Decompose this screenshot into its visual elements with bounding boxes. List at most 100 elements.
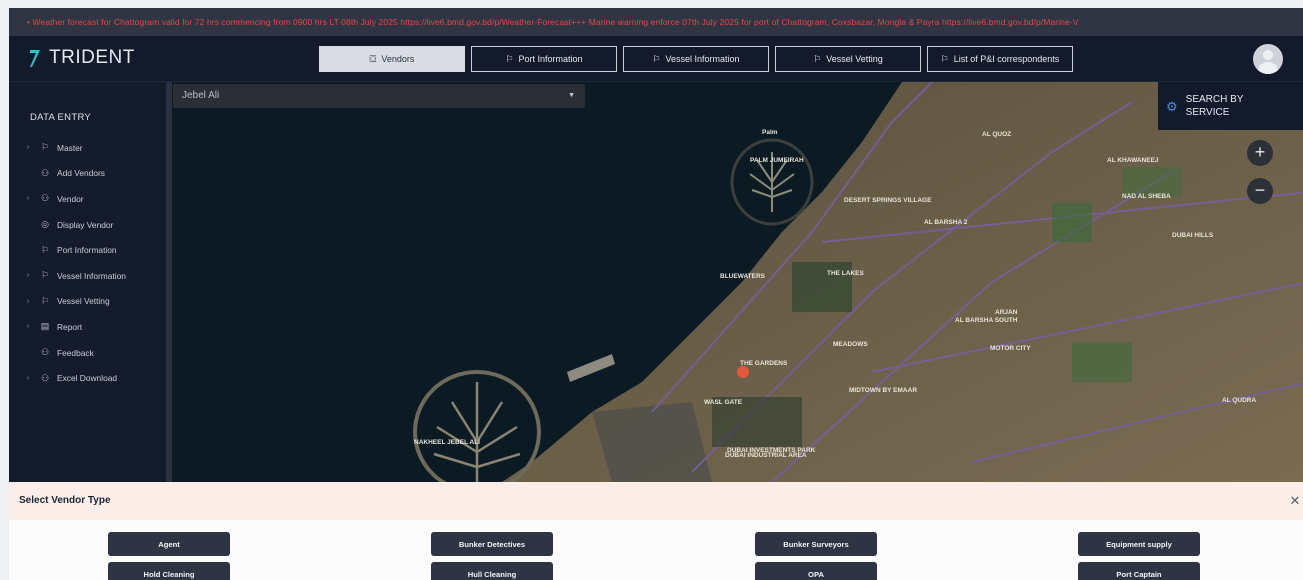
svg-text:AL QUDRA: AL QUDRA — [1222, 397, 1256, 404]
location-value: Jebel Ali — [182, 90, 220, 101]
map-canvas[interactable]: Palm PALM JUMEIRAH BLUEWATERS DESERT SPR… — [172, 82, 1303, 482]
svg-text:MEADOWS: MEADOWS — [833, 341, 868, 348]
sidebar-item-display-vendor[interactable]: ◎ Display Vendor — [9, 212, 166, 238]
sidebar-item-vendor[interactable]: › ⚇ Vendor — [9, 186, 166, 212]
search-by-service-button[interactable]: ⚙ SEARCH BY SERVICE — [1158, 82, 1303, 130]
chevron-right-icon: › — [27, 297, 30, 305]
users-icon: ⚇ — [40, 372, 50, 383]
svg-text:AL QUOZ: AL QUOZ — [982, 131, 1011, 138]
zoom-out-button[interactable]: − — [1247, 178, 1273, 204]
app-name: TRIDENT — [49, 47, 135, 68]
tab-label: List of P&I correspondents — [953, 54, 1060, 64]
vendor-type-button[interactable]: Bunker Detectives — [431, 532, 553, 556]
chevron-right-icon: › — [27, 323, 30, 331]
flag-icon: ⚐ — [940, 53, 949, 64]
gear-icon: ⚙ — [1166, 98, 1178, 114]
sidebar-item-master[interactable]: › ⚐ Master — [9, 135, 166, 161]
tab-label: Vessel Vetting — [826, 54, 883, 64]
vendor-type-button[interactable]: Hull Cleaning — [431, 562, 553, 580]
app-window: • Weather forecast for Chattogram valid … — [9, 8, 1303, 580]
sidebar-item-add-vendors[interactable]: ⚇ Add Vendors — [9, 161, 166, 187]
sidebar-item-label: Feedback — [57, 347, 94, 358]
chevron-down-icon: ▼ — [568, 92, 575, 99]
sidebar: DATA ENTRY › ⚐ Master ⚇ Add Vendors › ⚇ … — [9, 82, 166, 482]
vendor-type-button[interactable]: Agent — [108, 532, 230, 556]
users-icon: ⚇ — [40, 347, 50, 358]
satellite-map[interactable]: Palm PALM JUMEIRAH BLUEWATERS DESERT SPR… — [166, 82, 1303, 482]
sidebar-item-vessel-information[interactable]: › ⚐ Vessel Information — [9, 263, 166, 289]
sidebar-item-label: Display Vendor — [57, 219, 114, 230]
tab-pi-correspondents[interactable]: ⚐ List of P&I correspondents — [927, 46, 1073, 72]
zoom-in-button[interactable]: + — [1247, 140, 1273, 166]
svg-text:DUBAI INDUSTRIAL AREA: DUBAI INDUSTRIAL AREA — [725, 452, 807, 459]
svg-text:Palm: Palm — [762, 129, 778, 136]
plus-icon: + — [1254, 142, 1266, 162]
sidebar-item-label: Add Vendors — [57, 168, 105, 179]
svg-text:THE GARDENS: THE GARDENS — [740, 360, 788, 367]
tab-label: Vessel Information — [665, 54, 740, 64]
vendor-type-panel: Select Vendor Type ✕ Agent Bunker Detect… — [9, 482, 1303, 580]
trident-logo-icon — [27, 48, 41, 68]
location-dropdown[interactable]: Jebel Ali ▼ — [173, 84, 585, 108]
flag-icon: ⚐ — [505, 53, 514, 64]
svg-text:MOTOR CITY: MOTOR CITY — [990, 345, 1031, 352]
vendor-type-button[interactable]: OPA — [755, 562, 877, 580]
main-tabs: ⛋ Vendors ⚐ Port Information ⚐ Vessel In… — [319, 46, 1073, 72]
svg-text:ARJAN: ARJAN — [995, 309, 1018, 316]
tab-vessel-vetting[interactable]: ⚐ Vessel Vetting — [775, 46, 921, 72]
svg-text:PALM JUMEIRAH: PALM JUMEIRAH — [750, 157, 804, 164]
handshake-icon: ⛋ — [369, 53, 377, 64]
vendor-panel-title: Select Vendor Type — [19, 495, 111, 506]
sidebar-item-label: Vessel Vetting — [57, 296, 110, 307]
sidebar-item-excel-download[interactable]: › ⚇ Excel Download — [9, 365, 166, 391]
svg-text:DUBAI HILLS: DUBAI HILLS — [1172, 232, 1214, 239]
vendor-type-button[interactable]: Equipment supply — [1078, 532, 1200, 556]
flag-icon: ⚐ — [40, 270, 50, 281]
avatar-head — [1263, 50, 1273, 60]
sidebar-item-feedback[interactable]: ⚇ Feedback — [9, 340, 166, 366]
svg-text:WASL GATE: WASL GATE — [704, 399, 743, 406]
flag-icon: ⚐ — [813, 53, 822, 64]
svg-text:MIDTOWN BY EMAAR: MIDTOWN BY EMAAR — [849, 387, 917, 394]
svg-text:NAKHEEL JEBEL ALI: NAKHEEL JEBEL ALI — [414, 439, 480, 446]
tab-label: Vendors — [381, 54, 415, 64]
vendor-type-grid: Agent Bunker Detectives Bunker Surveyors… — [9, 520, 1303, 580]
flag-icon: ⚐ — [40, 295, 50, 306]
eye-icon: ◎ — [41, 219, 49, 230]
location-marker-icon[interactable] — [737, 366, 749, 378]
users-icon: ⚇ — [40, 193, 50, 204]
flag-icon: ⚐ — [40, 142, 50, 153]
vendor-type-button[interactable]: Bunker Surveyors — [755, 532, 877, 556]
svg-text:AL BARSHA SOUTH: AL BARSHA SOUTH — [955, 317, 1018, 324]
sidebar-item-label: Report — [57, 321, 83, 332]
sidebar-item-port-information[interactable]: ⚐ Port Information — [9, 237, 166, 263]
sidebar-item-label: Master — [57, 142, 83, 153]
minus-icon: − — [1254, 180, 1266, 200]
svg-text:AL BARSHA 2: AL BARSHA 2 — [924, 219, 968, 226]
user-avatar[interactable] — [1253, 44, 1283, 74]
sidebar-heading: DATA ENTRY — [30, 112, 92, 123]
avatar-body — [1258, 62, 1278, 74]
sidebar-item-vessel-vetting[interactable]: › ⚐ Vessel Vetting — [9, 289, 166, 315]
flag-icon: ⚐ — [40, 244, 50, 255]
document-icon: ▤ — [40, 321, 50, 332]
close-icon[interactable]: ✕ — [1287, 482, 1303, 520]
users-icon: ⚇ — [40, 167, 50, 178]
flag-icon: ⚐ — [652, 53, 661, 64]
svg-text:NAD AL SHEBA: NAD AL SHEBA — [1122, 193, 1171, 200]
svg-text:THE LAKES: THE LAKES — [827, 270, 865, 277]
tab-vessel-information[interactable]: ⚐ Vessel Information — [623, 46, 769, 72]
chevron-right-icon: › — [27, 374, 30, 382]
sidebar-item-label: Excel Download — [57, 373, 118, 384]
vendor-type-button[interactable]: Port Captain — [1078, 562, 1200, 580]
tab-port-information[interactable]: ⚐ Port Information — [471, 46, 617, 72]
svg-text:BLUEWATERS: BLUEWATERS — [720, 273, 766, 280]
tab-vendors[interactable]: ⛋ Vendors — [319, 46, 465, 72]
vendor-type-button[interactable]: Hold Cleaning — [108, 562, 230, 580]
svg-text:DESERT SPRINGS VILLAGE: DESERT SPRINGS VILLAGE — [844, 197, 932, 204]
chevron-right-icon: › — [27, 144, 30, 152]
vendor-panel-header: Select Vendor Type ✕ — [9, 482, 1303, 520]
sidebar-item-report[interactable]: › ▤ Report — [9, 314, 166, 340]
brand-logo[interactable]: TRIDENT — [27, 47, 135, 69]
news-ticker[interactable]: • Weather forecast for Chattogram valid … — [9, 8, 1303, 36]
